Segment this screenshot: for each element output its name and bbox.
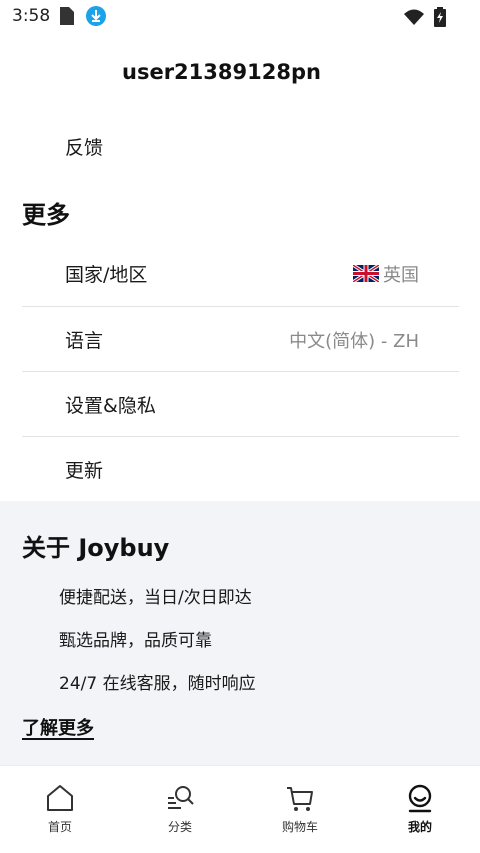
username: user21389128pn <box>122 60 321 84</box>
uk-flag-icon <box>353 265 379 282</box>
sim-card-icon <box>60 7 74 25</box>
tab-category-label: 分类 <box>167 820 192 834</box>
feedback-row[interactable]: 反馈 <box>22 114 459 179</box>
country-region-label: 国家/地区 <box>65 264 148 286</box>
tab-category[interactable]: 分类 <box>120 766 240 853</box>
settings-privacy-row[interactable]: 设置&隐私 <box>22 372 459 437</box>
tab-profile-label: 我的 <box>407 820 432 834</box>
country-region-value: 英国 <box>353 261 419 287</box>
update-row[interactable]: 更新 <box>22 437 459 502</box>
tab-cart[interactable]: 购物车 <box>240 766 360 853</box>
country-region-value-text: 英国 <box>383 264 419 286</box>
category-search-icon <box>168 786 194 809</box>
about-section: 关于 Joybuy 便捷配送，当日/次日即达 甄选品牌，品质可靠 24/7 在线… <box>0 501 480 765</box>
more-section-title: 更多 <box>22 201 70 229</box>
notification-icons <box>60 6 106 26</box>
bottom-tab-bar: 首页 分类 购物车 我的 <box>0 765 480 853</box>
language-label: 语言 <box>65 330 104 352</box>
status-time: 3:58 <box>12 6 51 26</box>
update-label: 更新 <box>65 460 104 482</box>
tab-cart-label: 购物车 <box>281 820 318 834</box>
settings-privacy-label: 设置&隐私 <box>65 395 156 417</box>
tab-home-label: 首页 <box>47 820 72 834</box>
about-line-brands: 甄选品牌，品质可靠 <box>59 631 212 651</box>
tab-home[interactable]: 首页 <box>0 766 120 853</box>
language-row[interactable]: 语言 中文(简体) - ZH <box>22 307 459 372</box>
battery-icon <box>434 7 446 27</box>
download-icon <box>86 6 106 26</box>
wifi-icon <box>404 9 424 25</box>
profile-icon <box>408 784 432 813</box>
about-title: 关于 Joybuy <box>22 534 170 562</box>
tab-profile[interactable]: 我的 <box>360 766 480 853</box>
home-icon <box>47 785 73 811</box>
about-line-delivery: 便捷配送，当日/次日即达 <box>59 588 252 608</box>
learn-more-link[interactable]: 了解更多 <box>22 714 94 740</box>
country-region-row[interactable]: 国家/地区 英国 <box>22 241 459 306</box>
feedback-label: 反馈 <box>65 137 104 159</box>
about-line-support: 24/7 在线客服，随时响应 <box>59 674 256 694</box>
status-bar: 3:58 <box>0 0 480 32</box>
language-value: 中文(简体) - ZH <box>289 330 419 352</box>
cart-icon <box>287 787 313 811</box>
system-icons <box>404 7 446 27</box>
